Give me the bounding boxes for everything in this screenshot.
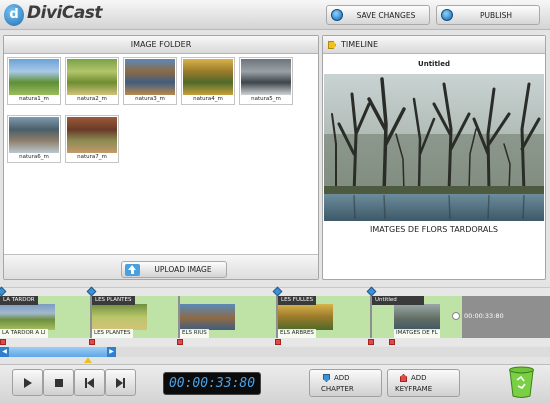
keyframe-marker-icon[interactable]	[177, 339, 183, 345]
publish-button[interactable]: PUBLISH	[436, 5, 540, 25]
next-button[interactable]	[105, 369, 136, 396]
scroll-left-icon[interactable]: ◀	[0, 347, 9, 357]
thumbnail-image	[9, 59, 59, 95]
keyframe-marker-icon[interactable]	[275, 339, 281, 345]
forest-river-image	[324, 74, 544, 221]
playhead-icon[interactable]	[84, 357, 92, 363]
keyframe-marker-icon[interactable]	[89, 339, 95, 345]
image-folder-panel: IMAGE FOLDER natura1_m natura2_m natura3_m…	[3, 35, 319, 280]
clip-caption: LA TARDOR A LI	[0, 329, 48, 338]
publish-label: PUBLISH	[480, 10, 512, 20]
preview-image	[324, 74, 544, 221]
project-title: Untitled	[418, 60, 450, 68]
keyframe-marker-icon[interactable]	[0, 339, 6, 345]
image-folder-title: IMAGE FOLDER	[4, 36, 318, 54]
clip-caption: ELS ARBRES	[278, 329, 316, 338]
thumbnail-image	[241, 59, 291, 95]
skip-forward-icon	[116, 377, 125, 388]
timeline-clip[interactable]: Untitled IMATGES DE FL	[372, 296, 462, 338]
app-name: DiviCast	[27, 3, 103, 23]
timeline-clip[interactable]: LES FULLES ELS ARBRES	[278, 296, 370, 338]
scroll-right-icon[interactable]: ▶	[107, 347, 116, 357]
timeline-end-time: 00:00:33:80	[464, 312, 504, 320]
clip-caption: ELS RIUS	[180, 329, 209, 338]
chapter-icon	[323, 374, 330, 382]
upload-arrow-icon	[125, 263, 140, 276]
thumbnail-caption: natura7_m	[77, 154, 107, 160]
image-thumbnail[interactable]: natura1_m	[7, 57, 61, 105]
clip-chapter-label: LES FULLES	[278, 296, 317, 305]
stop-button[interactable]	[43, 369, 74, 396]
keyframe-marker-icon[interactable]	[368, 339, 374, 345]
add-chapter-label-line1: ADD	[334, 374, 350, 382]
upload-image-label: UPLOAD IMAGE	[154, 265, 212, 274]
skip-back-icon	[85, 377, 94, 388]
image-thumbnail[interactable]: natura5_m	[239, 57, 293, 105]
keyframe-icon	[400, 374, 407, 382]
thumbnail-caption: natura6_m	[19, 154, 49, 160]
save-changes-button[interactable]: SAVE CHANGES	[326, 5, 430, 25]
thumbnail-image	[67, 59, 117, 95]
clip-chapter-label: LA TARDOR	[0, 296, 38, 305]
timeline-clip[interactable]: ELS RIUS	[180, 296, 276, 338]
clip-caption: IMATGES DE FL	[394, 329, 440, 338]
image-thumbnail[interactable]: natura4_m	[181, 57, 235, 105]
timeline-panel: TIMELINE Untitled IMATGES DE FLORS TARDO…	[322, 35, 546, 280]
add-chapter-button[interactable]: ADD CHAPTER	[309, 369, 382, 397]
save-changes-label: SAVE CHANGES	[356, 10, 416, 20]
thumbnail-image	[183, 59, 233, 95]
add-keyframe-label-line1: ADD	[411, 374, 427, 382]
thumbnail-caption: natura5_m	[251, 96, 281, 102]
save-icon	[331, 9, 343, 21]
thumbnail-caption: natura3_m	[135, 96, 165, 102]
thumbnail-image	[125, 59, 175, 95]
image-thumbnail[interactable]: natura6_m	[7, 115, 61, 163]
add-keyframe-label-line2: KEYFRAME	[395, 385, 433, 393]
play-icon	[23, 377, 32, 388]
end-marker-icon	[452, 312, 460, 320]
trash-icon[interactable]	[508, 366, 535, 398]
timecode-display: 00:00:33:80	[163, 372, 261, 395]
thumbnail-caption: natura4_m	[193, 96, 223, 102]
play-button[interactable]	[12, 369, 43, 396]
keyframe-marker-icon[interactable]	[389, 339, 395, 345]
add-keyframe-button[interactable]: ADD KEYFRAME	[387, 369, 460, 397]
preview-caption: IMATGES DE FLORS TARDORALS	[370, 225, 498, 234]
timeline-title: TIMELINE	[323, 36, 545, 54]
thumbnail-image	[67, 117, 117, 153]
timeline-clip[interactable]: LES PLANTES LES PLANTES	[92, 296, 178, 338]
scrollbar-thumb[interactable]	[9, 347, 107, 357]
divicast-logo-icon: d	[4, 4, 24, 26]
image-thumbnail[interactable]: natura3_m	[123, 57, 177, 105]
previous-button[interactable]	[74, 369, 105, 396]
thumbnail-caption: natura2_m	[77, 96, 107, 102]
thumbnail-image	[9, 117, 59, 153]
thumbnail-caption: natura1_m	[19, 96, 49, 102]
image-thumbnail[interactable]: natura7_m	[65, 115, 119, 163]
timeline-clip[interactable]: LA TARDOR LA TARDOR A LI	[0, 296, 90, 338]
image-thumbnail[interactable]: natura2_m	[65, 57, 119, 105]
stop-icon	[54, 378, 63, 387]
clip-caption: LES PLANTES	[92, 329, 133, 338]
add-chapter-label-line2: CHAPTER	[321, 385, 354, 393]
clip-chapter-label: Untitled	[372, 296, 424, 305]
clip-chapter-label: LES PLANTES	[92, 296, 135, 305]
upload-image-button[interactable]: UPLOAD IMAGE	[121, 261, 227, 278]
publish-icon	[441, 9, 453, 21]
